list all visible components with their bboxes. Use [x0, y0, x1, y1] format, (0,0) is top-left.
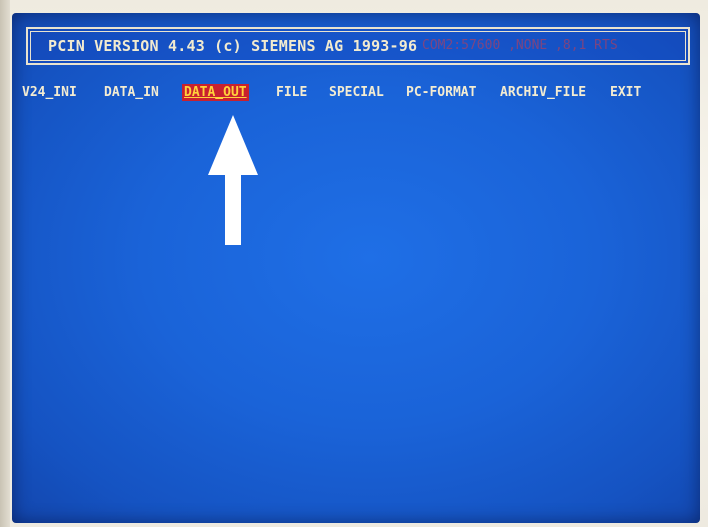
title-bar: PCIN VERSION 4.43 (c) SIEMENS AG 1993-96…	[26, 27, 690, 65]
up-arrow-icon	[208, 115, 258, 245]
menu-item-v24-ini[interactable]: V24_INI	[20, 84, 79, 101]
app-title: PCIN VERSION 4.43 (c) SIEMENS AG 1993-96	[48, 37, 418, 55]
menu-item-pc-format[interactable]: PC-FORMAT	[404, 84, 478, 101]
terminal-screen: PCIN VERSION 4.43 (c) SIEMENS AG 1993-96…	[12, 13, 700, 523]
menu-item-data-out[interactable]: DATA_OUT	[182, 84, 249, 101]
menu-item-file[interactable]: FILE	[274, 84, 309, 101]
menu-item-archiv-file[interactable]: ARCHIV_FILE	[498, 84, 588, 101]
photo-background: PCIN VERSION 4.43 (c) SIEMENS AG 1993-96…	[0, 0, 708, 527]
monitor-bezel	[0, 0, 10, 527]
connection-status: COM2:57600 ,NONE ,8,1 RTS	[422, 38, 618, 53]
menu-item-exit[interactable]: EXIT	[608, 84, 643, 101]
menu-item-data-in[interactable]: DATA_IN	[102, 84, 161, 101]
up-arrow-shape	[208, 115, 258, 245]
menu-item-special[interactable]: SPECIAL	[327, 84, 386, 101]
